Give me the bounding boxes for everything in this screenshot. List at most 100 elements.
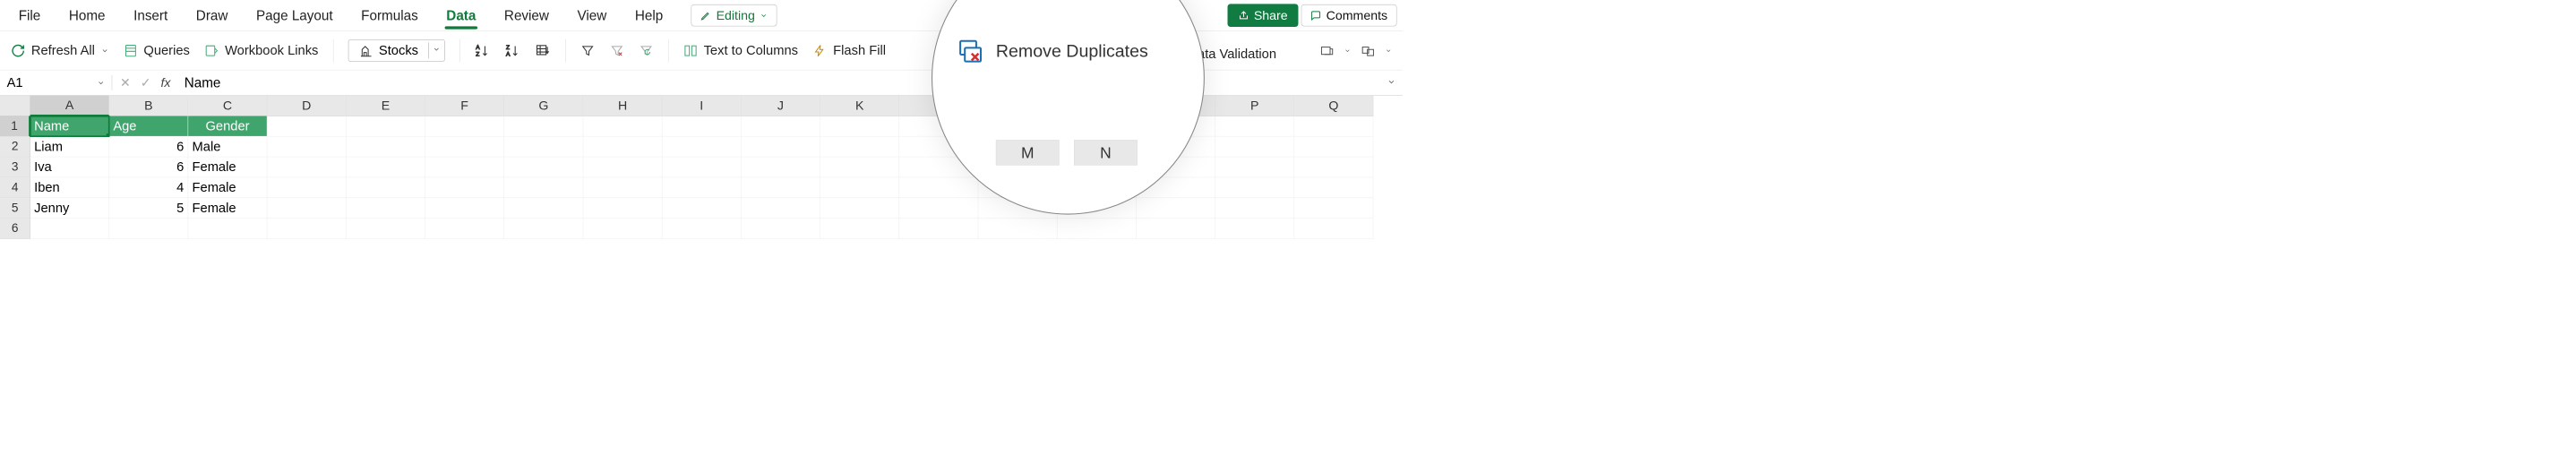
cell[interactable]: [109, 219, 188, 239]
remove-duplicates-button[interactable]: Remove Duplicates: [957, 38, 1148, 64]
fx-icon[interactable]: fx: [160, 75, 170, 90]
cell-c2[interactable]: Male: [188, 136, 267, 157]
cell[interactable]: [820, 198, 899, 219]
cell[interactable]: [583, 136, 662, 157]
cell-b1[interactable]: Age: [109, 116, 188, 137]
cell-a1[interactable]: Name: [30, 116, 109, 137]
cell[interactable]: [583, 198, 662, 219]
cell[interactable]: [742, 136, 820, 157]
cell[interactable]: [899, 219, 978, 239]
name-box[interactable]: A1: [0, 75, 112, 90]
sort-descending-button[interactable]: ZA: [504, 43, 519, 58]
row-header[interactable]: 6: [0, 219, 30, 239]
cell[interactable]: [267, 198, 346, 219]
tab-review[interactable]: Review: [492, 3, 562, 28]
cell-b3[interactable]: 6: [109, 157, 188, 177]
cell[interactable]: [820, 116, 899, 137]
cell[interactable]: [504, 157, 583, 177]
cell[interactable]: [267, 177, 346, 198]
cell[interactable]: [820, 177, 899, 198]
cell[interactable]: [662, 157, 741, 177]
cell[interactable]: [742, 157, 820, 177]
cell[interactable]: [267, 219, 346, 239]
cell[interactable]: [30, 219, 109, 239]
chevron-down-icon[interactable]: [1344, 47, 1352, 55]
cancel-icon[interactable]: ✕: [120, 75, 131, 90]
column-header[interactable]: K: [820, 96, 899, 116]
cell[interactable]: [1294, 157, 1373, 177]
column-header[interactable]: B: [109, 96, 188, 116]
stocks-dropdown[interactable]: [428, 42, 444, 58]
filter-button[interactable]: [580, 43, 595, 57]
column-header[interactable]: Q: [1294, 96, 1373, 116]
tab-file[interactable]: File: [6, 3, 54, 28]
editing-mode-button[interactable]: Editing: [691, 4, 777, 27]
row-header[interactable]: 3: [0, 157, 30, 177]
cell-c3[interactable]: Female: [188, 157, 267, 177]
select-all-corner[interactable]: [0, 96, 30, 116]
cell[interactable]: [425, 116, 504, 137]
cell[interactable]: [1294, 177, 1373, 198]
cell[interactable]: [820, 157, 899, 177]
tab-help[interactable]: Help: [623, 3, 676, 28]
queries-button[interactable]: Queries: [124, 43, 190, 58]
tab-view[interactable]: View: [564, 3, 619, 28]
cell[interactable]: [820, 136, 899, 157]
cell[interactable]: [1215, 116, 1294, 137]
row-header[interactable]: 1: [0, 116, 30, 137]
cell[interactable]: [1294, 219, 1373, 239]
column-header[interactable]: F: [425, 96, 504, 116]
cell[interactable]: [662, 219, 741, 239]
column-header[interactable]: G: [504, 96, 583, 116]
cell[interactable]: [742, 198, 820, 219]
cell[interactable]: [347, 116, 425, 137]
column-header[interactable]: I: [662, 96, 741, 116]
custom-sort-button[interactable]: [535, 43, 550, 58]
cell[interactable]: [1294, 116, 1373, 137]
share-button[interactable]: Share: [1227, 4, 1298, 27]
cell[interactable]: [1294, 136, 1373, 157]
cell[interactable]: [662, 116, 741, 137]
ungroup-button[interactable]: [1361, 43, 1375, 57]
cell[interactable]: [267, 116, 346, 137]
clear-filter-button[interactable]: [609, 43, 623, 57]
cell-b5[interactable]: 5: [109, 198, 188, 219]
column-header[interactable]: E: [347, 96, 425, 116]
formula-bar-expand[interactable]: [1380, 76, 1403, 89]
tab-page-layout[interactable]: Page Layout: [244, 3, 346, 28]
cell[interactable]: [583, 157, 662, 177]
cell[interactable]: [347, 136, 425, 157]
column-header[interactable]: P: [1215, 96, 1294, 116]
cell[interactable]: [978, 219, 1057, 239]
text-to-columns-button[interactable]: Text to Columns: [683, 43, 798, 58]
column-header[interactable]: A: [30, 96, 109, 116]
cell[interactable]: [425, 219, 504, 239]
cell-a2[interactable]: Liam: [30, 136, 109, 157]
cell[interactable]: [504, 116, 583, 137]
cell[interactable]: [425, 177, 504, 198]
cell[interactable]: [1057, 219, 1136, 239]
cell[interactable]: [662, 198, 741, 219]
cell[interactable]: [1215, 219, 1294, 239]
column-header[interactable]: D: [267, 96, 346, 116]
tab-home[interactable]: Home: [56, 3, 118, 28]
cell[interactable]: [1215, 198, 1294, 219]
cell[interactable]: [662, 177, 741, 198]
cell-c1[interactable]: Gender: [188, 116, 267, 137]
cell[interactable]: [347, 157, 425, 177]
comments-button[interactable]: Comments: [1301, 4, 1397, 27]
cell[interactable]: [347, 177, 425, 198]
cell[interactable]: [504, 198, 583, 219]
cell-a3[interactable]: Iva: [30, 157, 109, 177]
workbook-links-button[interactable]: Workbook Links: [204, 43, 318, 58]
cell[interactable]: [742, 177, 820, 198]
cell[interactable]: [267, 136, 346, 157]
cell[interactable]: [425, 198, 504, 219]
tab-formulas[interactable]: Formulas: [348, 3, 431, 28]
reapply-filter-button[interactable]: [639, 43, 653, 57]
group-button[interactable]: [1319, 43, 1334, 57]
column-header-n-zoomed[interactable]: N: [1074, 140, 1138, 165]
cell[interactable]: [425, 136, 504, 157]
cell[interactable]: [742, 116, 820, 137]
column-header-m-zoomed[interactable]: M: [996, 140, 1060, 165]
